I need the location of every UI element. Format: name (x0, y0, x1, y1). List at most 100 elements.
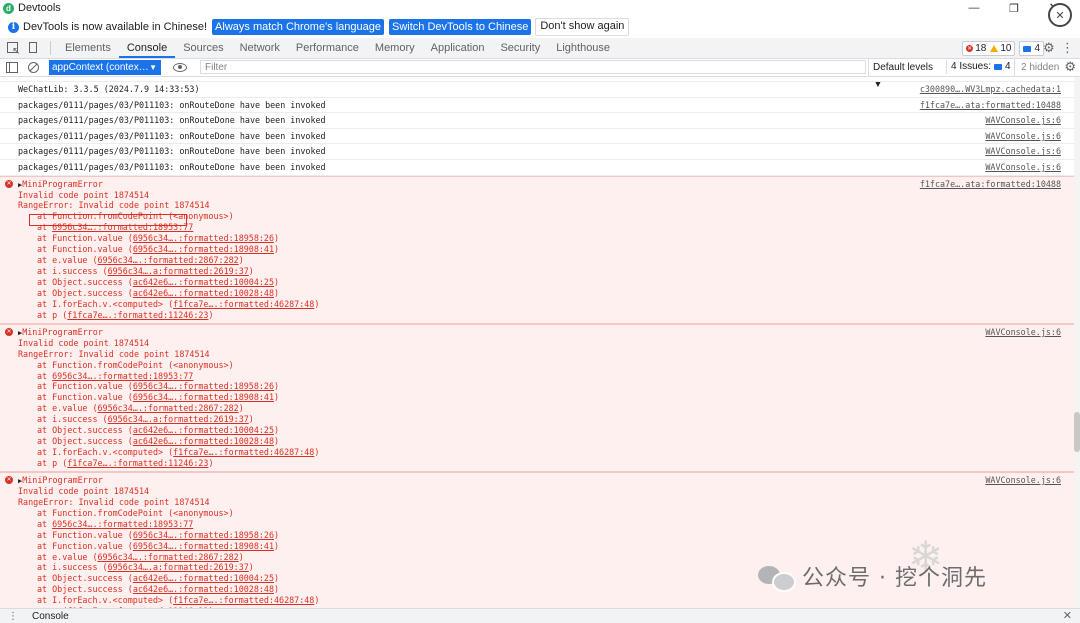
console-toolbar: appContext (contex… ▼ Filter Default lev… (0, 59, 1080, 90)
stack-frame-text: at I.forEach.v.<computed> ( (37, 298, 174, 309)
stack-frame-link[interactable]: 6956c34….a:formatted:2619:37 (108, 266, 249, 276)
error-count: 18 (975, 43, 987, 54)
stack-frame-link[interactable]: ac642e6….:formatted:10004:25 (133, 573, 274, 583)
issues-label: 4 Issues: (951, 61, 992, 72)
console-settings-gear-icon[interactable]: ⚙ (1064, 60, 1076, 74)
stack-frame-suffix: ) (274, 529, 280, 540)
error-warning-counter[interactable]: ✕ 18 10 (962, 41, 1016, 56)
tab-security[interactable]: Security (492, 38, 548, 58)
tab-console[interactable]: Console (118, 38, 176, 58)
dont-show-again-button[interactable]: Don't show again (535, 18, 630, 36)
counter-badges[interactable]: ✕ 18 10 4 (958, 41, 1044, 56)
error-text: Invalid code point 1874514 (18, 337, 150, 348)
message-icon (1023, 45, 1032, 52)
stack-frame-text: at p ( (37, 309, 68, 320)
issues-button[interactable]: 4 Issues: 4 (946, 60, 1011, 74)
stack-frame-link[interactable]: 6956c34….:formatted:2867:282 (98, 552, 239, 562)
log-source-link[interactable]: WAVConsole.js:6 (985, 113, 1061, 128)
show-sidebar-icon[interactable] (6, 62, 18, 73)
error-source-link[interactable]: WAVConsole.js:6 (985, 327, 1061, 337)
switch-chinese-button[interactable]: Switch DevTools to Chinese (389, 19, 532, 35)
stack-frame-link[interactable]: f1fca7e….:formatted:46287:48 (173, 595, 314, 605)
tab-elements[interactable]: Elements (57, 38, 119, 58)
stack-frame-link[interactable]: ac642e6….:formatted:10004:25 (133, 277, 274, 287)
log-source-link[interactable]: WAVConsole.js:6 (985, 129, 1061, 144)
settings-gear-icon[interactable]: ⚙ (1043, 41, 1056, 54)
clear-console-icon[interactable] (28, 62, 39, 73)
stack-frame-link[interactable]: ac642e6….:formatted:10028:48 (133, 584, 274, 594)
stack-frame: at I.forEach.v.<computed> (f1fca7e….:for… (18, 299, 1074, 310)
tab-memory[interactable]: Memory (367, 38, 423, 58)
filter-input[interactable]: Filter (200, 60, 866, 74)
error-title-row[interactable]: ▶MiniProgramError (18, 475, 1074, 486)
stack-frame-link[interactable]: 6956c34….:formatted:18908:41 (133, 541, 274, 551)
stack-frame-link[interactable]: 6956c34….:formatted:2867:282 (98, 255, 239, 265)
console-output[interactable]: WeChatLib: 3.3.5 (2024.7.9 14:33:53) c300… (0, 77, 1074, 608)
infobar-close-icon[interactable]: ✕ (1048, 3, 1072, 27)
stack-frame: at i.success (6956c34….a:formatted:2619:… (18, 266, 1074, 277)
stack-frame-link[interactable]: f1fca7e….:formatted:46287:48 (173, 299, 314, 309)
watermark-text: 公众号 · 挖个洞先 (802, 566, 987, 591)
match-language-button[interactable]: Always match Chrome's language (212, 19, 385, 35)
error-title-row[interactable]: ▶MiniProgramError (18, 327, 1074, 338)
inspect-element-icon[interactable]: ↖ (6, 41, 20, 57)
log-source-link[interactable]: WAVConsole.js:6 (985, 160, 1061, 175)
stack-frame-text: at p ( (37, 458, 68, 468)
stack-frame-link[interactable]: ac642e6….:formatted:10028:48 (133, 288, 274, 298)
stack-frame: at i.success (6956c34….a:formatted:2619:… (18, 414, 1074, 425)
log-levels-dropdown[interactable]: Default levels ▼ (868, 59, 943, 90)
log-source-link[interactable]: f1fca7e….ata:formatted:10488 (920, 98, 1061, 113)
drawer-menu-icon[interactable]: ⋮ (8, 611, 18, 622)
restore-button[interactable]: ❐ (994, 0, 1034, 16)
more-options-icon[interactable]: ⋮ (1061, 41, 1074, 54)
stack-frame-link[interactable]: 6956c34….:formatted:18958:26 (133, 233, 274, 243)
tab-performance[interactable]: Performance (288, 38, 367, 58)
stack-frame-link[interactable]: f1fca7e….:formatted:11246:23 (67, 458, 208, 468)
stack-frame-link[interactable]: 6956c34….a:formatted:2619:37 (108, 414, 249, 424)
stack-frame: at Function.fromCodePoint (<anonymous>) (18, 508, 1074, 519)
stack-frame-link[interactable]: 6956c34….:formatted:18908:41 (133, 392, 274, 402)
drawer-tab-console[interactable]: Console (32, 611, 69, 622)
stack-frame-link[interactable]: f1fca7e….:formatted:46287:48 (173, 447, 314, 457)
issues-counter[interactable]: 4 (1019, 41, 1044, 56)
tab-network[interactable]: Network (232, 38, 288, 58)
tab-sources[interactable]: Sources (175, 38, 231, 58)
stack-frame-text: at Function.value ( (37, 392, 133, 403)
tab-lighthouse[interactable]: Lighthouse (548, 38, 618, 58)
stack-frame-link[interactable]: 6956c34….:formatted:18958:26 (133, 381, 274, 391)
error-source-link[interactable]: f1fca7e….ata:formatted:10488 (920, 179, 1061, 189)
log-source-link[interactable]: c300890….WV3Lmpz.cachedata:1 (920, 82, 1061, 97)
stack-frame: at Object.success (ac642e6….:formatted:1… (18, 288, 1074, 299)
stack-frame-suffix: ) (314, 298, 320, 309)
error-title: MiniProgramError (22, 326, 103, 337)
tab-application[interactable]: Application (423, 38, 493, 58)
stack-frame-link[interactable]: f1fca7e….:formatted:11246:23 (67, 310, 208, 320)
drawer-close-icon[interactable]: ✕ (1063, 609, 1072, 623)
scrollbar-thumb[interactable] (1074, 412, 1080, 452)
context-selector[interactable]: appContext (contex… ▼ (49, 60, 161, 75)
stack-frame-link[interactable]: ac642e6….:formatted:10028:48 (133, 436, 274, 446)
error-source-link[interactable]: WAVConsole.js:6 (985, 475, 1061, 485)
error-title-row[interactable]: ▶MiniProgramError (18, 179, 1074, 190)
stack-frame: at p (f1fca7e….:formatted:11246:23) (18, 310, 1074, 321)
console-scrollbar[interactable] (1074, 77, 1080, 608)
stack-frame-link[interactable]: 6956c34….:formatted:18953:77 (52, 371, 193, 381)
device-toolbar-icon[interactable] (26, 41, 40, 55)
minimize-button[interactable]: — (954, 0, 994, 16)
stack-frame-suffix: ) (238, 551, 244, 562)
log-source-link[interactable]: WAVConsole.js:6 (985, 144, 1061, 159)
stack-frame-link[interactable]: 6956c34….a:formatted:2619:37 (108, 562, 249, 572)
stack-frame-suffix: ) (248, 266, 254, 277)
live-expression-eye-icon[interactable] (173, 63, 187, 72)
stack-frame-link[interactable]: 6956c34….:formatted:18953:77 (52, 519, 193, 529)
error-text: RangeError: Invalid code point 1874514 (18, 496, 210, 507)
stack-frame-link[interactable]: 6956c34….:formatted:2867:282 (98, 403, 239, 413)
stack-frame-text: at Object.success ( (37, 287, 133, 298)
stack-frame-text: at I.forEach.v.<computed> ( (37, 595, 174, 606)
stack-frame-link[interactable]: 6956c34….:formatted:18908:41 (133, 244, 274, 254)
stack-frame-link[interactable]: ac642e6….:formatted:10004:25 (133, 425, 274, 435)
error-icon: ✕ (966, 45, 974, 52)
stack-frame-link[interactable]: 6956c34….:formatted:18958:26 (133, 530, 274, 540)
stack-frame: at Function.value (6956c34….:formatted:1… (18, 233, 1074, 244)
stack-frame-text: at (37, 518, 53, 529)
